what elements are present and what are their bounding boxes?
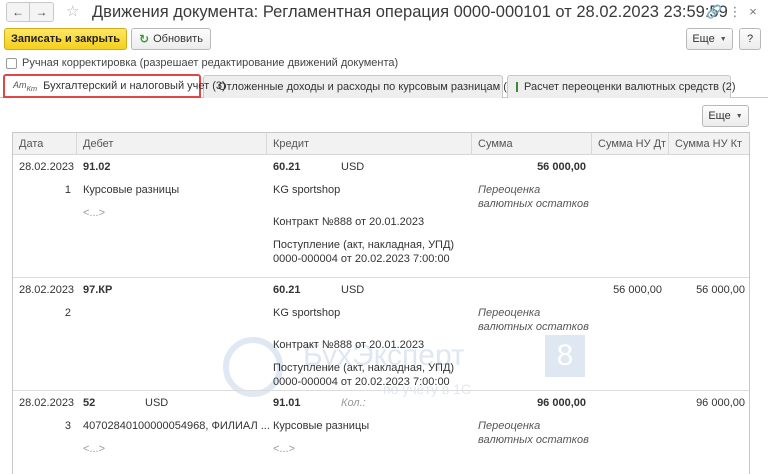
credit-subconto-3: Поступление (акт, накладная, УПД): [273, 362, 455, 374]
manual-edit-row[interactable]: Ручная корректировка (разрешает редактир…: [6, 57, 398, 69]
refresh-icon: ↻: [139, 32, 150, 46]
register-tabs: Отложенные доходы и расходы по курсовым …: [0, 74, 768, 98]
table-header: Дата Дебет Кредит Сумма Сумма НУ Дт Сумм…: [13, 133, 749, 155]
credit-account: 91.01: [273, 397, 301, 409]
row-content-line2: валютных остатков: [478, 434, 589, 446]
row-content-line1: Переоценка: [478, 184, 541, 196]
title-bar: ← → ☆ Движения документа: Регламентная о…: [0, 0, 768, 24]
table-row[interactable]: 28.02.2023 3 52 USD 40702840100000054968…: [13, 391, 749, 474]
tab-label: Отложенные доходы и расходы по курсовым …: [218, 81, 517, 93]
save-and-close-button[interactable]: Записать и закрыть: [4, 28, 127, 50]
credit-subconto-1: KG sportshop: [273, 307, 341, 319]
credit-account: 60.21: [273, 284, 301, 296]
column-header-debit[interactable]: Дебет: [77, 133, 267, 155]
debit-subconto-1: 40702840100000054968, ФИЛИАЛ ...: [83, 420, 270, 432]
row-date: 28.02.2023: [19, 284, 75, 296]
menu-dots-icon[interactable]: ⋮: [727, 3, 743, 21]
forward-button[interactable]: →: [30, 2, 54, 22]
row-content-line1: Переоценка: [478, 307, 541, 319]
manual-edit-label: Ручная корректировка (разрешает редактир…: [22, 57, 399, 69]
favorite-star-icon[interactable]: ☆: [66, 2, 79, 22]
credit-subconto-3: Поступление (акт, накладная, УПД): [273, 239, 455, 251]
column-header-credit[interactable]: Кредит: [267, 133, 472, 155]
tab-currency-revaluation[interactable]: Расчет переоценки валютных средств (2): [507, 75, 736, 98]
row-amount: 96 000,00: [537, 397, 586, 409]
credit-account: 60.21: [273, 161, 301, 173]
credit-quantity-label: Кол.:: [341, 397, 366, 409]
table-icon: [516, 82, 518, 92]
debit-account: 91.02: [83, 161, 111, 173]
debit-account: 52: [83, 397, 96, 409]
chevron-down-icon: ▼: [735, 112, 743, 120]
row-number: 1: [64, 184, 71, 196]
debit-subconto-1: Курсовые разницы: [83, 184, 180, 196]
tab-label: Расчет переоценки валютных средств (2): [524, 81, 736, 93]
more-menu-button[interactable]: Еще ▼: [686, 28, 733, 50]
tab-panel: Еще ▼ Дата Дебет Кредит Сумма Сумма НУ Д…: [0, 98, 768, 474]
debit-subconto-2: <...>: [83, 443, 106, 455]
credit-subconto-2: Контракт №888 от 20.01.2023: [273, 339, 425, 351]
credit-subconto-2: Контракт №888 от 20.01.2023: [273, 216, 425, 228]
column-header-nu-dt[interactable]: Сумма НУ Дт: [592, 133, 669, 155]
row-amount: 56 000,00: [537, 161, 586, 173]
chevron-down-icon: ▼: [719, 35, 727, 43]
arrow-right-icon: →: [35, 5, 48, 19]
row-content-line2: валютных остатков: [478, 321, 589, 333]
row-date: 28.02.2023: [19, 397, 75, 409]
row-date: 28.02.2023: [19, 161, 75, 173]
row-nu-dt: 56 000,00: [613, 284, 662, 296]
window-title: Движения документа: Регламентная операци…: [92, 3, 728, 21]
table-row[interactable]: 28.02.2023 2 97.КР 60.21 USD KG sportsho…: [13, 278, 749, 391]
more-label: Еще: [708, 110, 731, 122]
credit-subconto-3-line2: 0000-000004 от 20.02.2023 7:00:00: [273, 376, 450, 388]
debit-currency: USD: [145, 397, 169, 409]
row-nu-kt: 56 000,00: [696, 284, 745, 296]
more-label: Еще: [692, 33, 715, 45]
help-button[interactable]: ?: [739, 28, 761, 50]
back-button[interactable]: ←: [6, 2, 30, 22]
column-header-date[interactable]: Дата: [13, 133, 77, 155]
close-icon[interactable]: ×: [745, 3, 761, 21]
tab-deferred-income[interactable]: Отложенные доходы и расходы по курсовым …: [203, 75, 517, 98]
credit-subconto-2: <...>: [273, 443, 296, 455]
row-number: 2: [64, 307, 71, 319]
tab-accounting[interactable]: АтКт Бухгалтерский и налоговый учет (3): [3, 74, 226, 98]
manual-edit-checkbox[interactable]: [6, 57, 17, 69]
tab-label: Бухгалтерский и налоговый учет (3): [43, 80, 226, 92]
debit-account: 97.КР: [83, 284, 113, 296]
credit-currency: USD: [341, 284, 365, 296]
refresh-button[interactable]: ↻ Обновить: [131, 28, 211, 50]
column-header-amount[interactable]: Сумма: [472, 133, 592, 155]
refresh-label: Обновить: [153, 33, 203, 45]
arrow-left-icon: ←: [12, 5, 24, 19]
row-content-line2: валютных остатков: [478, 198, 589, 210]
credit-subconto-1: KG sportshop: [273, 184, 341, 196]
row-number: 3: [64, 420, 71, 432]
debit-subconto-2: <...>: [83, 207, 106, 219]
postings-table[interactable]: Дата Дебет Кредит Сумма Сумма НУ Дт Сумм…: [12, 132, 750, 474]
grid-more-menu-button[interactable]: Еще ▼: [702, 105, 749, 127]
row-nu-kt: 96 000,00: [696, 397, 745, 409]
row-content-line1: Переоценка: [478, 420, 541, 432]
credit-subconto-1: Курсовые разницы: [273, 420, 370, 432]
column-header-nu-kt[interactable]: Сумма НУ Кт: [669, 133, 749, 155]
credit-subconto-3-line2: 0000-000004 от 20.02.2023 7:00:00: [273, 253, 450, 265]
link-icon[interactable]: 🔗: [706, 3, 722, 21]
command-bar: Записать и закрыть ↻ Обновить Еще ▼ ?: [0, 26, 768, 52]
credit-currency: USD: [341, 161, 365, 173]
table-row[interactable]: 28.02.2023 1 91.02 Курсовые разницы <...…: [13, 155, 749, 278]
accounting-icon: АтКт: [13, 79, 38, 93]
